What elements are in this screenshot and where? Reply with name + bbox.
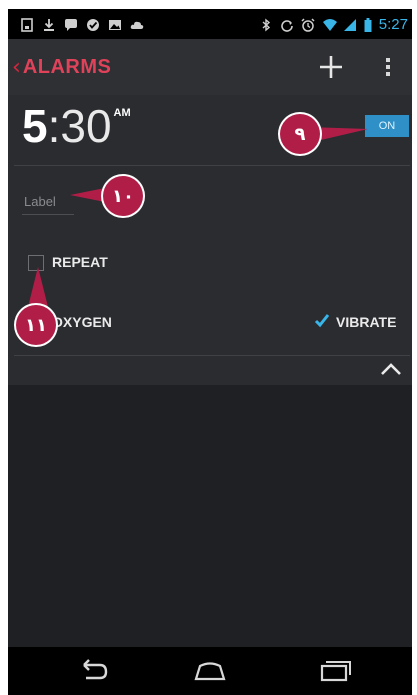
check-icon xyxy=(86,17,100,31)
download-icon xyxy=(42,17,56,31)
alarm-icon xyxy=(301,17,315,32)
signal-icon xyxy=(343,17,357,31)
callout-11: ١١ xyxy=(16,305,56,345)
callout-pointer xyxy=(28,267,48,307)
back-button[interactable] xyxy=(72,657,112,685)
label-underline xyxy=(22,214,74,215)
callout-10: ١٠ xyxy=(103,176,143,216)
home-icon xyxy=(194,662,226,681)
back-icon xyxy=(83,659,108,680)
divider xyxy=(14,165,410,166)
more-vertical-icon xyxy=(386,58,390,76)
alarm-time[interactable]: 5:30 AM xyxy=(22,99,131,153)
add-alarm-button[interactable] xyxy=(314,50,348,84)
ringtone-label[interactable]: OXYGEN xyxy=(52,314,112,330)
repeat-label[interactable]: REPEAT xyxy=(52,254,108,270)
wifi-icon xyxy=(322,17,337,31)
status-bar: 5:27 xyxy=(8,9,412,39)
battery-icon xyxy=(364,17,372,32)
overflow-menu-button[interactable] xyxy=(378,50,398,84)
plus-icon xyxy=(320,56,342,78)
navigation-bar xyxy=(8,647,412,695)
sync-icon xyxy=(280,17,294,32)
up-chevron-icon[interactable]: ‹ xyxy=(12,55,21,80)
screenshot-icon xyxy=(20,17,34,32)
label-field[interactable]: Label xyxy=(24,194,56,209)
phone-screen: 5:27 ‹ ALARMS 5:30 AM ON Label REPEAT OXY… xyxy=(8,9,412,695)
recents-icon xyxy=(320,661,351,682)
vibrate-label[interactable]: VIBRATE xyxy=(336,314,396,330)
image-icon xyxy=(108,17,122,31)
alarm-ampm: AM xyxy=(113,107,131,119)
action-bar: ‹ ALARMS xyxy=(8,39,412,95)
checkmark-icon xyxy=(314,314,330,328)
collapse-button[interactable] xyxy=(380,361,402,375)
home-button[interactable] xyxy=(190,657,230,685)
callout-9: ٩ xyxy=(280,114,320,154)
chat-icon xyxy=(64,17,78,31)
alarm-on-toggle[interactable]: ON xyxy=(365,115,409,137)
chevron-up-icon xyxy=(381,363,401,375)
divider xyxy=(14,355,410,356)
alarm-hour: 5 xyxy=(22,100,48,152)
status-clock: 5:27 xyxy=(378,15,408,33)
empty-list-area xyxy=(8,385,412,647)
vibrate-checkbox[interactable] xyxy=(314,313,330,329)
cloud-icon xyxy=(130,17,144,31)
bluetooth-icon xyxy=(259,17,273,32)
alarm-minute: :30 xyxy=(47,100,112,152)
recents-button[interactable] xyxy=(314,657,354,685)
page-title[interactable]: ALARMS xyxy=(23,56,112,79)
